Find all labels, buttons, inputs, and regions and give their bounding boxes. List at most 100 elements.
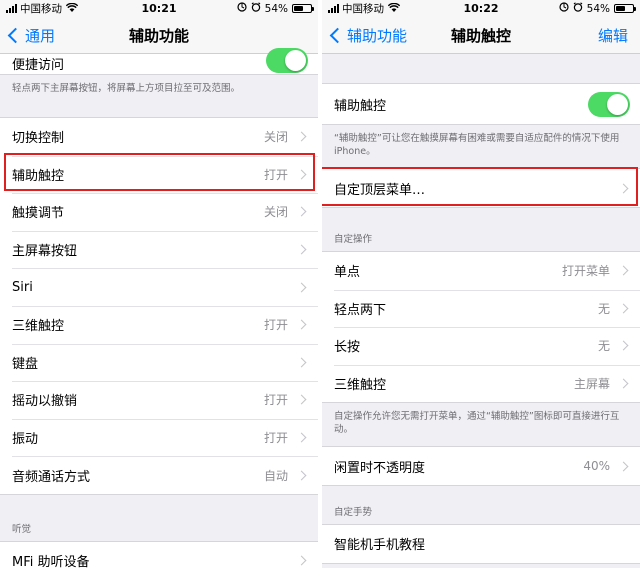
chevron-right-icon bbox=[296, 357, 307, 368]
double-tap-row[interactable]: 轻点两下 无 bbox=[322, 289, 640, 328]
back-button[interactable]: 辅助功能 bbox=[322, 25, 407, 46]
cellular-signal-icon bbox=[328, 4, 339, 13]
reachability-group: 便捷访问 bbox=[0, 48, 318, 75]
battery-percent: 54% bbox=[264, 2, 288, 15]
keyboard-row[interactable]: 键盘 bbox=[0, 343, 318, 382]
chevron-right-icon bbox=[296, 319, 307, 330]
idle-opacity-row[interactable]: 闲置时不透明度 40% bbox=[322, 447, 640, 485]
assistive-touch-note: “辅助触控”可让您在触摸屏幕有困难或需要自适应配件的情况下使用 iPhone。 bbox=[334, 133, 620, 157]
carrier-label: 中国移动 bbox=[342, 3, 384, 15]
chevron-right-icon bbox=[618, 378, 629, 389]
carrier-label: 中国移动 bbox=[20, 3, 62, 15]
battery-icon bbox=[614, 4, 636, 13]
row-label: 单点 bbox=[334, 265, 361, 281]
row-label: 键盘 bbox=[12, 356, 39, 372]
row-label: 切换控制 bbox=[12, 131, 65, 147]
customize-top-menu-row[interactable]: 自定顶层菜单… bbox=[322, 169, 640, 207]
row-value: 自动 bbox=[263, 468, 288, 483]
chevron-right-icon bbox=[618, 265, 629, 276]
chevron-right-icon bbox=[296, 555, 307, 566]
settings-list: 便捷访问 轻点两下主屏幕按钮，将屏幕上方项目拉至可及范围。 切换控制 关闭 辅助… bbox=[0, 48, 318, 568]
3d-touch-row[interactable]: 三维触控 打开 bbox=[0, 305, 318, 344]
battery-icon bbox=[292, 4, 314, 13]
status-bar: 中国移动 10:21 54% bbox=[0, 0, 318, 17]
call-audio-routing-row[interactable]: 音频通话方式 自动 bbox=[0, 456, 318, 494]
row-label: 辅助触控 bbox=[12, 168, 65, 184]
row-value: 打开菜单 bbox=[561, 264, 610, 279]
back-button-label: 通用 bbox=[25, 26, 56, 45]
custom-actions-group: 单点 打开菜单 轻点两下 无 长按 无 三维触控 主屏幕 bbox=[322, 251, 640, 404]
siri-row[interactable]: Siri bbox=[0, 268, 318, 306]
battery-percent: 54% bbox=[586, 2, 610, 15]
back-button-label: 辅助功能 bbox=[347, 26, 408, 45]
chevron-left-icon bbox=[329, 27, 346, 43]
left-screen: 中国移动 10:21 54% 通用 辅助功能 便捷访问 轻点两下主屏幕按钮，将屏… bbox=[0, 0, 318, 568]
chevron-right-icon bbox=[618, 183, 629, 193]
row-label: 长按 bbox=[334, 340, 361, 356]
settings-list: 辅助触控 “辅助触控”可让您在触摸屏幕有困难或需要自适应配件的情况下使用 iPh… bbox=[322, 54, 640, 568]
back-button[interactable]: 通用 bbox=[0, 25, 55, 46]
navigation-bar: 辅助功能 辅助触控 编辑 bbox=[322, 17, 640, 54]
location-icon bbox=[237, 2, 247, 15]
row-label: 振动 bbox=[12, 432, 39, 448]
row-label: 音频通话方式 bbox=[12, 469, 91, 485]
custom-gestures-header: 自定手势 bbox=[334, 506, 373, 518]
row-label: 闲置时不透明度 bbox=[334, 460, 426, 476]
row-value: 主屏幕 bbox=[573, 377, 610, 392]
row-label: 智能机手机教程 bbox=[334, 538, 426, 554]
alarm-icon bbox=[251, 2, 261, 15]
row-label: 三维触控 bbox=[334, 378, 387, 394]
chevron-right-icon bbox=[296, 470, 307, 481]
single-tap-row[interactable]: 单点 打开菜单 bbox=[322, 252, 640, 290]
chevron-right-icon bbox=[296, 432, 307, 443]
row-value: 关闭 bbox=[263, 130, 288, 145]
row-value: 无 bbox=[597, 301, 610, 316]
edit-button[interactable]: 编辑 bbox=[598, 25, 628, 46]
chevron-right-icon bbox=[618, 341, 629, 351]
idle-opacity-group: 闲置时不透明度 40% bbox=[322, 446, 640, 486]
wifi-icon bbox=[387, 2, 401, 15]
switch-control-row[interactable]: 切换控制 关闭 bbox=[0, 118, 318, 156]
assistive-touch-toggle[interactable] bbox=[588, 91, 630, 117]
gesture-row[interactable]: 智能机手机教程 bbox=[322, 525, 640, 563]
toggle-knob bbox=[607, 93, 628, 115]
home-button-row[interactable]: 主屏幕按钮 bbox=[0, 230, 318, 269]
row-value: 打开 bbox=[263, 431, 288, 446]
row-label: 自定顶层菜单… bbox=[334, 182, 426, 198]
chevron-right-icon bbox=[618, 461, 629, 472]
status-bar: 中国移动 10:22 54% bbox=[322, 0, 640, 17]
row-value: 关闭 bbox=[263, 205, 288, 220]
vibration-row[interactable]: 振动 打开 bbox=[0, 418, 318, 457]
top-menu-group: 自定顶层菜单… bbox=[322, 168, 640, 208]
chevron-right-icon bbox=[296, 282, 307, 293]
reachability-note: 轻点两下主屏幕按钮，将屏幕上方项目拉至可及范围。 bbox=[12, 83, 241, 94]
interaction-group: 切换控制 关闭 辅助触控 打开 触摸调节 关闭 主屏幕按钮 Siri 三维触控 … bbox=[0, 117, 318, 495]
mfi-hearing-devices-row[interactable]: MFi 助听设备 bbox=[0, 542, 318, 568]
assistive-touch-toggle-row[interactable]: 辅助触控 bbox=[322, 84, 640, 124]
row-value: 打开 bbox=[263, 393, 288, 408]
row-label: 三维触控 bbox=[12, 319, 65, 335]
reachability-row[interactable]: 便捷访问 bbox=[0, 48, 318, 74]
navigation-bar: 通用 辅助功能 bbox=[0, 17, 318, 54]
chevron-right-icon bbox=[296, 169, 307, 180]
row-value: 打开 bbox=[263, 318, 288, 333]
chevron-left-icon bbox=[7, 27, 24, 43]
chevron-right-icon bbox=[296, 207, 307, 217]
hearing-group: MFi 助听设备 bbox=[0, 540, 318, 568]
location-icon bbox=[559, 2, 569, 15]
toggle-knob bbox=[285, 50, 306, 71]
row-label: 轻点两下 bbox=[334, 302, 387, 318]
cellular-signal-icon bbox=[6, 4, 17, 13]
assistive-touch-row[interactable]: 辅助触控 打开 bbox=[0, 155, 318, 194]
reachability-toggle[interactable] bbox=[266, 48, 308, 73]
assistive-touch-group: 辅助触控 bbox=[322, 83, 640, 125]
touch-accommodations-row[interactable]: 触摸调节 关闭 bbox=[0, 193, 318, 231]
row-value: 无 bbox=[597, 339, 610, 354]
row-label: MFi 助听设备 bbox=[12, 555, 90, 568]
long-press-row[interactable]: 长按 无 bbox=[322, 327, 640, 365]
row-label: 主屏幕按钮 bbox=[12, 244, 78, 260]
chevron-right-icon bbox=[618, 303, 629, 314]
shake-to-undo-row[interactable]: 摇动以撤销 打开 bbox=[0, 381, 318, 419]
row-label: 辅助触控 bbox=[334, 98, 387, 114]
3d-touch-action-row[interactable]: 三维触控 主屏幕 bbox=[322, 364, 640, 403]
